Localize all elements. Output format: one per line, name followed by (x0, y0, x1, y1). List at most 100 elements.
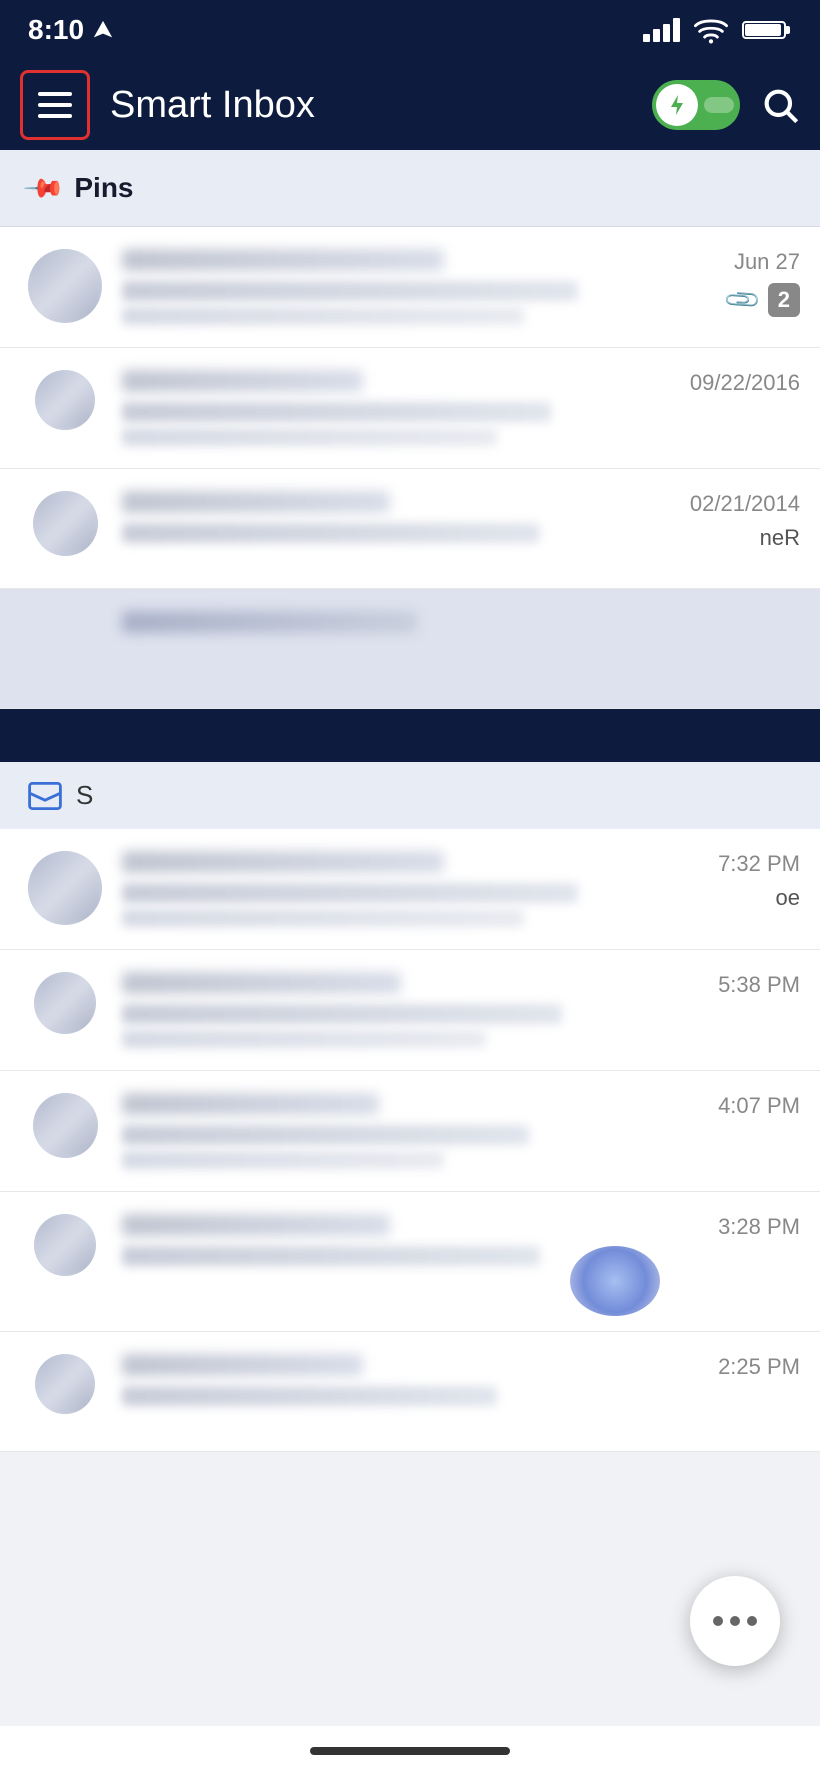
hamburger-line-1 (38, 92, 72, 96)
avatar (34, 1214, 96, 1276)
preview-blur (122, 428, 497, 446)
pinned-email-2[interactable]: 09/22/2016 (0, 348, 820, 469)
email-date: Jun 27 (734, 249, 800, 275)
header-left: Smart Inbox (20, 70, 315, 140)
header-right (652, 80, 800, 130)
avatar-area (20, 1214, 110, 1309)
preview-blur (122, 1030, 486, 1048)
avatar-area (20, 370, 110, 446)
sender-blur (122, 851, 444, 873)
wifi-icon (694, 16, 728, 44)
search-button[interactable] (760, 85, 800, 125)
toggle-track (704, 97, 734, 113)
partial-text: oe (776, 885, 800, 911)
avatar (34, 972, 96, 1034)
email-date: 7:32 PM (718, 851, 800, 877)
avatar-area (20, 1354, 110, 1429)
email-date: 02/21/2014 (690, 491, 800, 517)
home-indicator (310, 1747, 510, 1755)
status-icons (643, 16, 792, 44)
avatar (35, 1354, 95, 1414)
email-content (110, 370, 670, 446)
email-date: 09/22/2016 (690, 370, 800, 396)
email-date: 3:28 PM (718, 1214, 800, 1240)
preview-blur (122, 1151, 444, 1169)
signal-strength (643, 18, 680, 42)
email-meta: 2:25 PM (670, 1354, 800, 1429)
inbox-email-2[interactable]: 5:38 PM (0, 950, 820, 1071)
email-content (110, 851, 670, 927)
status-bar: 8:10 (0, 0, 820, 60)
subject-blur (122, 1386, 497, 1406)
menu-button[interactable] (20, 70, 90, 140)
avatar-area (20, 1093, 110, 1169)
preview-blur (122, 307, 524, 325)
email-meta: 5:38 PM (670, 972, 800, 1048)
email-content (110, 1354, 670, 1429)
inbox-email-list: 7:32 PM oe 5:38 PM (0, 829, 820, 1452)
fab-dot-1 (713, 1616, 723, 1626)
email-meta: 4:07 PM (670, 1093, 800, 1169)
partial-text: neR (760, 525, 800, 551)
home-bar (0, 1726, 820, 1776)
inbox-icon (28, 782, 62, 810)
avatar (33, 1093, 98, 1158)
inbox-email-3[interactable]: 4:07 PM (0, 1071, 820, 1192)
hamburger-line-3 (38, 114, 72, 118)
email-content (110, 1093, 670, 1169)
pinned-email-1[interactable]: Jun 27 📎 2 (0, 227, 820, 348)
preview-blur (122, 909, 524, 927)
sender-blur (122, 1354, 363, 1376)
subject-blur (122, 1004, 562, 1024)
inbox-email-1[interactable]: 7:32 PM oe (0, 829, 820, 950)
sender-blur (122, 249, 444, 271)
header: Smart Inbox (0, 60, 820, 150)
subject-blur (122, 883, 578, 903)
status-time: 8:10 (28, 14, 114, 46)
email-meta (670, 611, 800, 686)
email-date: 2:25 PM (718, 1354, 800, 1380)
email-meta: 09/22/2016 (670, 370, 800, 446)
email-date: 4:07 PM (718, 1093, 800, 1119)
email-meta: 7:32 PM oe (670, 851, 800, 927)
badge: 2 (768, 283, 800, 317)
avatar (35, 370, 95, 430)
sender-blur (122, 1093, 379, 1115)
subject-blur (122, 1246, 540, 1266)
avatar (28, 851, 102, 925)
smart-inbox-sub-label: S (76, 780, 93, 811)
email-content (110, 491, 670, 566)
avatar (33, 491, 98, 556)
inbox-email-4[interactable]: 3:28 PM (0, 1192, 820, 1332)
subject-blur (122, 523, 540, 543)
time-display: 8:10 (28, 14, 84, 46)
pin-icon: 📌 (22, 166, 67, 211)
search-icon (760, 85, 800, 125)
inbox-email-5[interactable]: 2:25 PM (0, 1332, 820, 1452)
email-content (110, 611, 670, 686)
page-title: Smart Inbox (110, 84, 315, 127)
smart-inbox-subsection: S (0, 762, 820, 829)
avatar-area (20, 972, 110, 1048)
sender-blur (122, 491, 390, 513)
pinned-email-selected[interactable] (0, 589, 820, 709)
avatar-area (20, 851, 110, 927)
section-divider (0, 712, 820, 762)
attachment-icon: 📎 (722, 279, 764, 321)
lightning-toggle[interactable] (652, 80, 740, 130)
navigation-icon (92, 19, 114, 41)
pinned-email-3[interactable]: 02/21/2014 neR (0, 469, 820, 589)
email-content (110, 972, 670, 1048)
hamburger-line-2 (38, 103, 72, 107)
sender-blur (122, 1214, 390, 1236)
avatar (28, 249, 102, 323)
email-meta: 3:28 PM (670, 1214, 800, 1309)
fab-dot-3 (747, 1616, 757, 1626)
fab-dots (713, 1616, 757, 1626)
lightning-icon (665, 93, 689, 117)
fab-button[interactable] (690, 1576, 780, 1666)
sender-blur (122, 370, 363, 392)
avatar-area (20, 611, 110, 686)
subject-blur (122, 281, 578, 301)
subject-blur (122, 402, 551, 422)
